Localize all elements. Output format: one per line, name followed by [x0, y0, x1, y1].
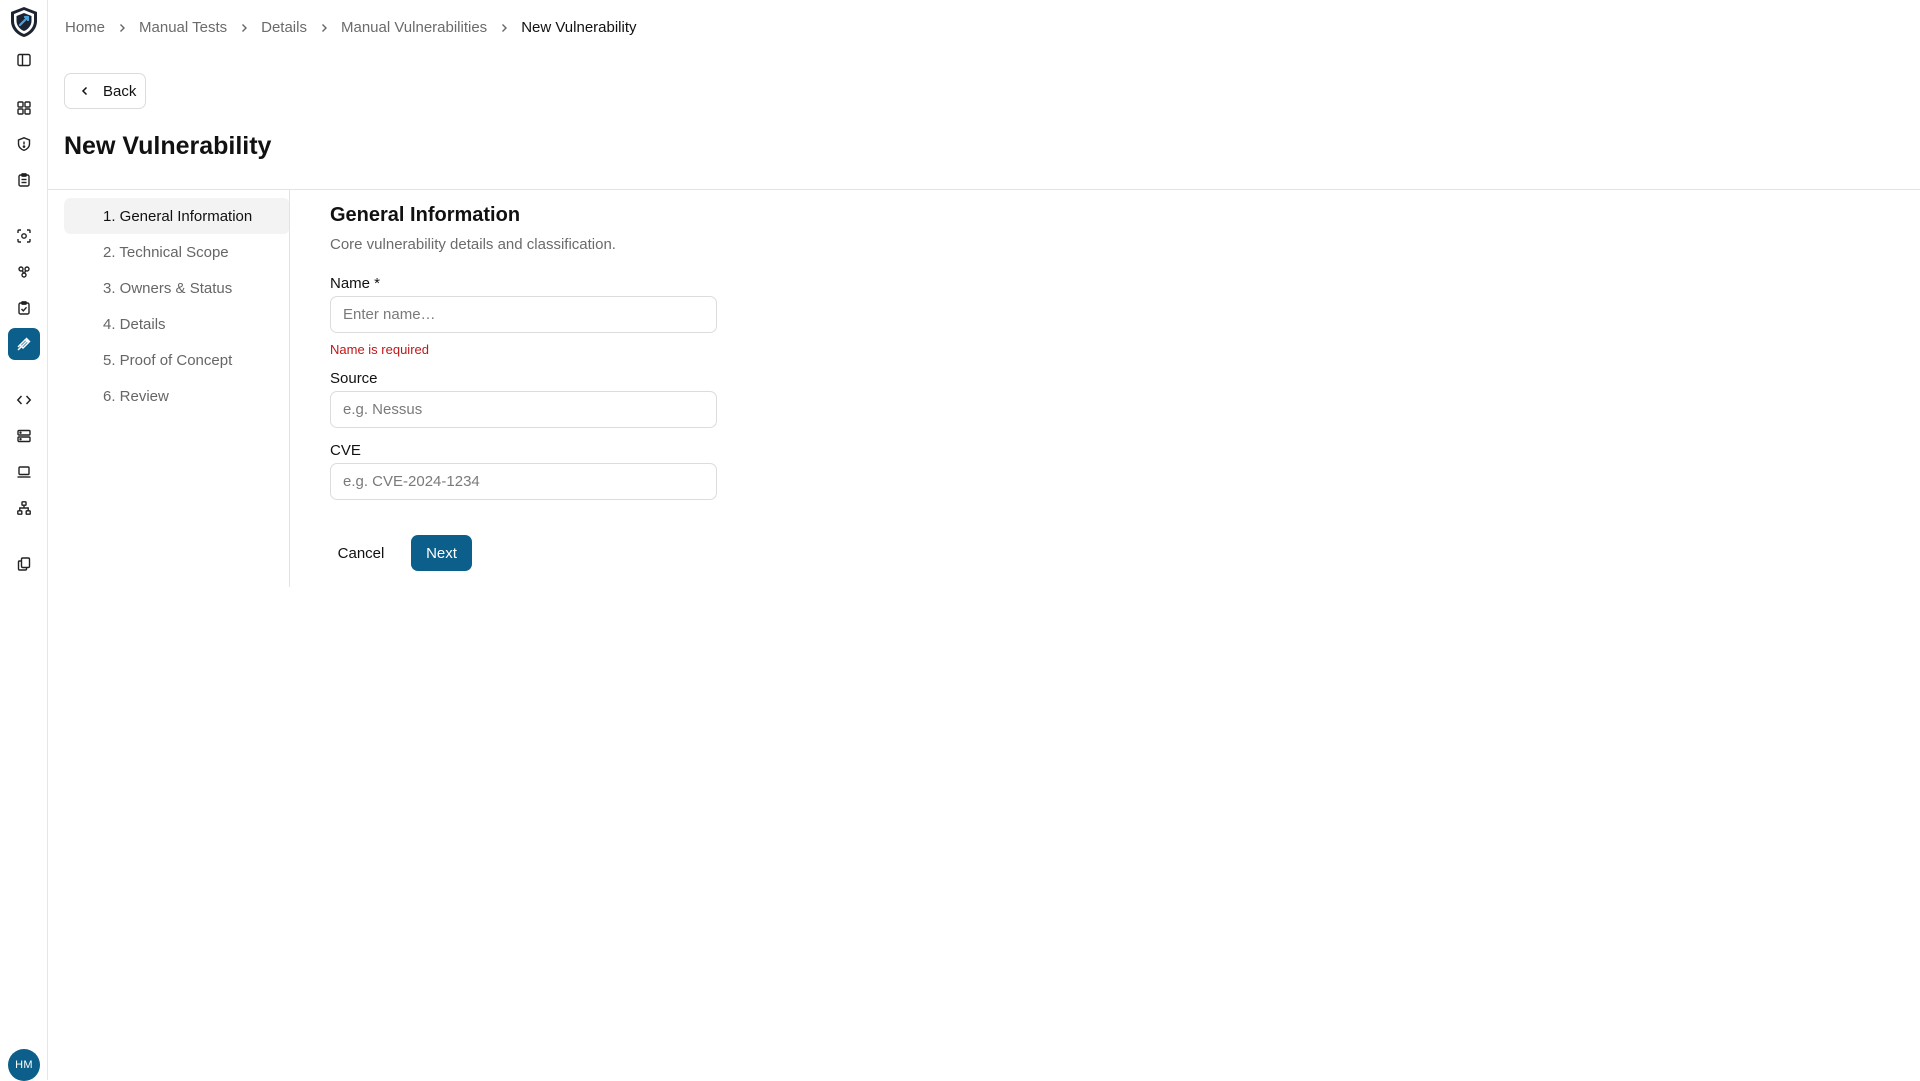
breadcrumb-home[interactable]: Home: [65, 19, 105, 36]
step-details[interactable]: 4. Details: [64, 306, 290, 342]
syringe-icon[interactable]: [8, 328, 40, 360]
breadcrumb-manual-tests[interactable]: Manual Tests: [139, 19, 227, 36]
user-avatar[interactable]: HM: [8, 1049, 40, 1081]
clipboard-list-icon[interactable]: [8, 164, 40, 196]
cve-input[interactable]: [330, 463, 717, 500]
breadcrumb-manual-vulnerabilities[interactable]: Manual Vulnerabilities: [341, 19, 487, 36]
section-title: General Information: [330, 204, 521, 226]
breadcrumb-details[interactable]: Details: [261, 19, 307, 36]
back-button[interactable]: Back: [64, 73, 146, 109]
breadcrumb: Home Manual Tests Details Manual Vulnera…: [65, 19, 637, 36]
scan-focus-icon[interactable]: [8, 220, 40, 252]
user-initials: HM: [15, 1059, 33, 1071]
network-icon[interactable]: [8, 492, 40, 524]
server-icon[interactable]: [8, 420, 40, 452]
shield-logo-icon[interactable]: [9, 6, 39, 38]
name-input[interactable]: [330, 296, 717, 333]
chevron-right-icon: [487, 22, 521, 34]
source-input[interactable]: [330, 391, 717, 428]
breadcrumb-current: New Vulnerability: [521, 19, 637, 36]
copy-documents-icon[interactable]: [8, 548, 40, 580]
source-label: Source: [330, 370, 378, 387]
header-divider: [48, 189, 1920, 190]
back-button-label: Back: [103, 82, 137, 100]
step-proof-of-concept[interactable]: 5. Proof of Concept: [64, 342, 290, 378]
steps-divider: [289, 190, 290, 587]
next-button[interactable]: Next: [411, 535, 472, 571]
cve-label: CVE: [330, 442, 361, 459]
dashboard-grid-icon[interactable]: [8, 92, 40, 124]
chevron-right-icon: [307, 22, 341, 34]
code-icon[interactable]: [8, 384, 40, 416]
section-subtitle: Core vulnerability details and classific…: [330, 236, 616, 253]
shield-alert-icon[interactable]: [8, 128, 40, 160]
name-label: Name *: [330, 275, 381, 292]
panel-toggle-icon[interactable]: [8, 44, 40, 76]
laptop-icon[interactable]: [8, 456, 40, 488]
chevron-right-icon: [227, 22, 261, 34]
people-group-icon[interactable]: [8, 256, 40, 288]
chevron-right-icon: [105, 22, 139, 34]
chevron-left-icon: [81, 86, 88, 96]
app-sidebar: HM: [0, 0, 48, 1081]
step-owners-status[interactable]: 3. Owners & Status: [64, 270, 290, 306]
step-review[interactable]: 6. Review: [64, 378, 290, 414]
name-error-message: Name is required: [330, 342, 429, 357]
step-navigation: 1. General Information 2. Technical Scop…: [64, 198, 290, 414]
page-title: New Vulnerability: [64, 132, 272, 160]
clipboard-check-icon[interactable]: [8, 292, 40, 324]
cancel-button[interactable]: Cancel: [330, 535, 392, 571]
step-general-information[interactable]: 1. General Information: [64, 198, 290, 234]
step-technical-scope[interactable]: 2. Technical Scope: [64, 234, 290, 270]
